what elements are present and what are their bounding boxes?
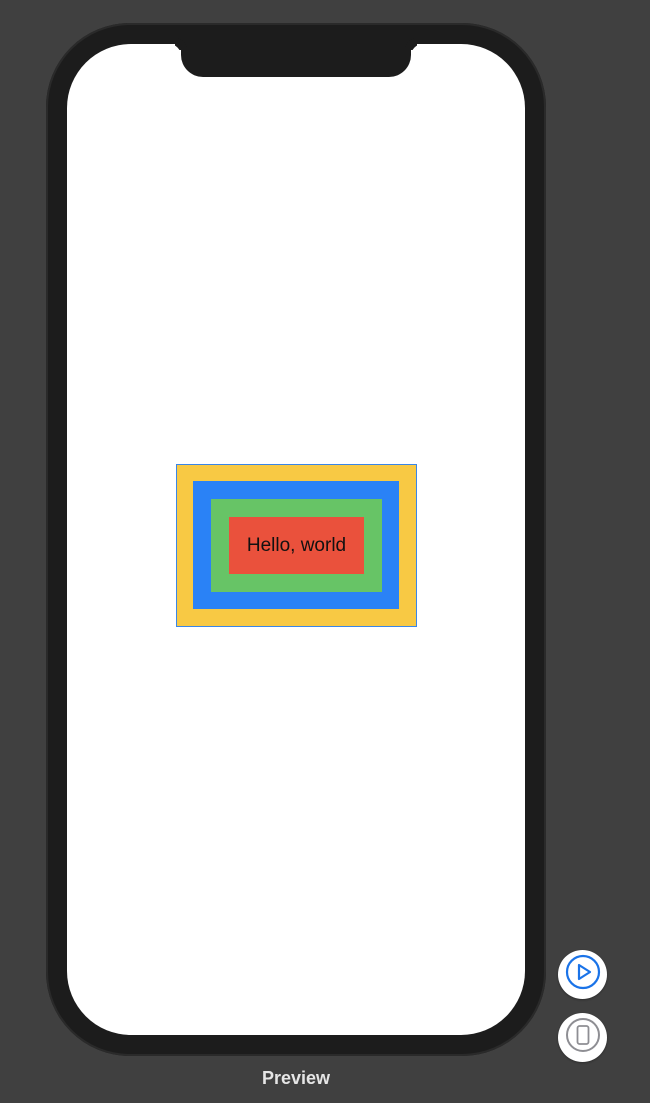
device-notch (181, 44, 411, 77)
red-box: Hello, world (229, 517, 364, 574)
device-icon (565, 1017, 601, 1058)
hello-world-text: Hello, world (246, 534, 347, 556)
preview-label: Preview (261, 1068, 331, 1088)
play-icon (565, 954, 601, 995)
preview-on-device-button[interactable] (558, 1013, 607, 1062)
live-preview-button[interactable] (558, 950, 607, 999)
